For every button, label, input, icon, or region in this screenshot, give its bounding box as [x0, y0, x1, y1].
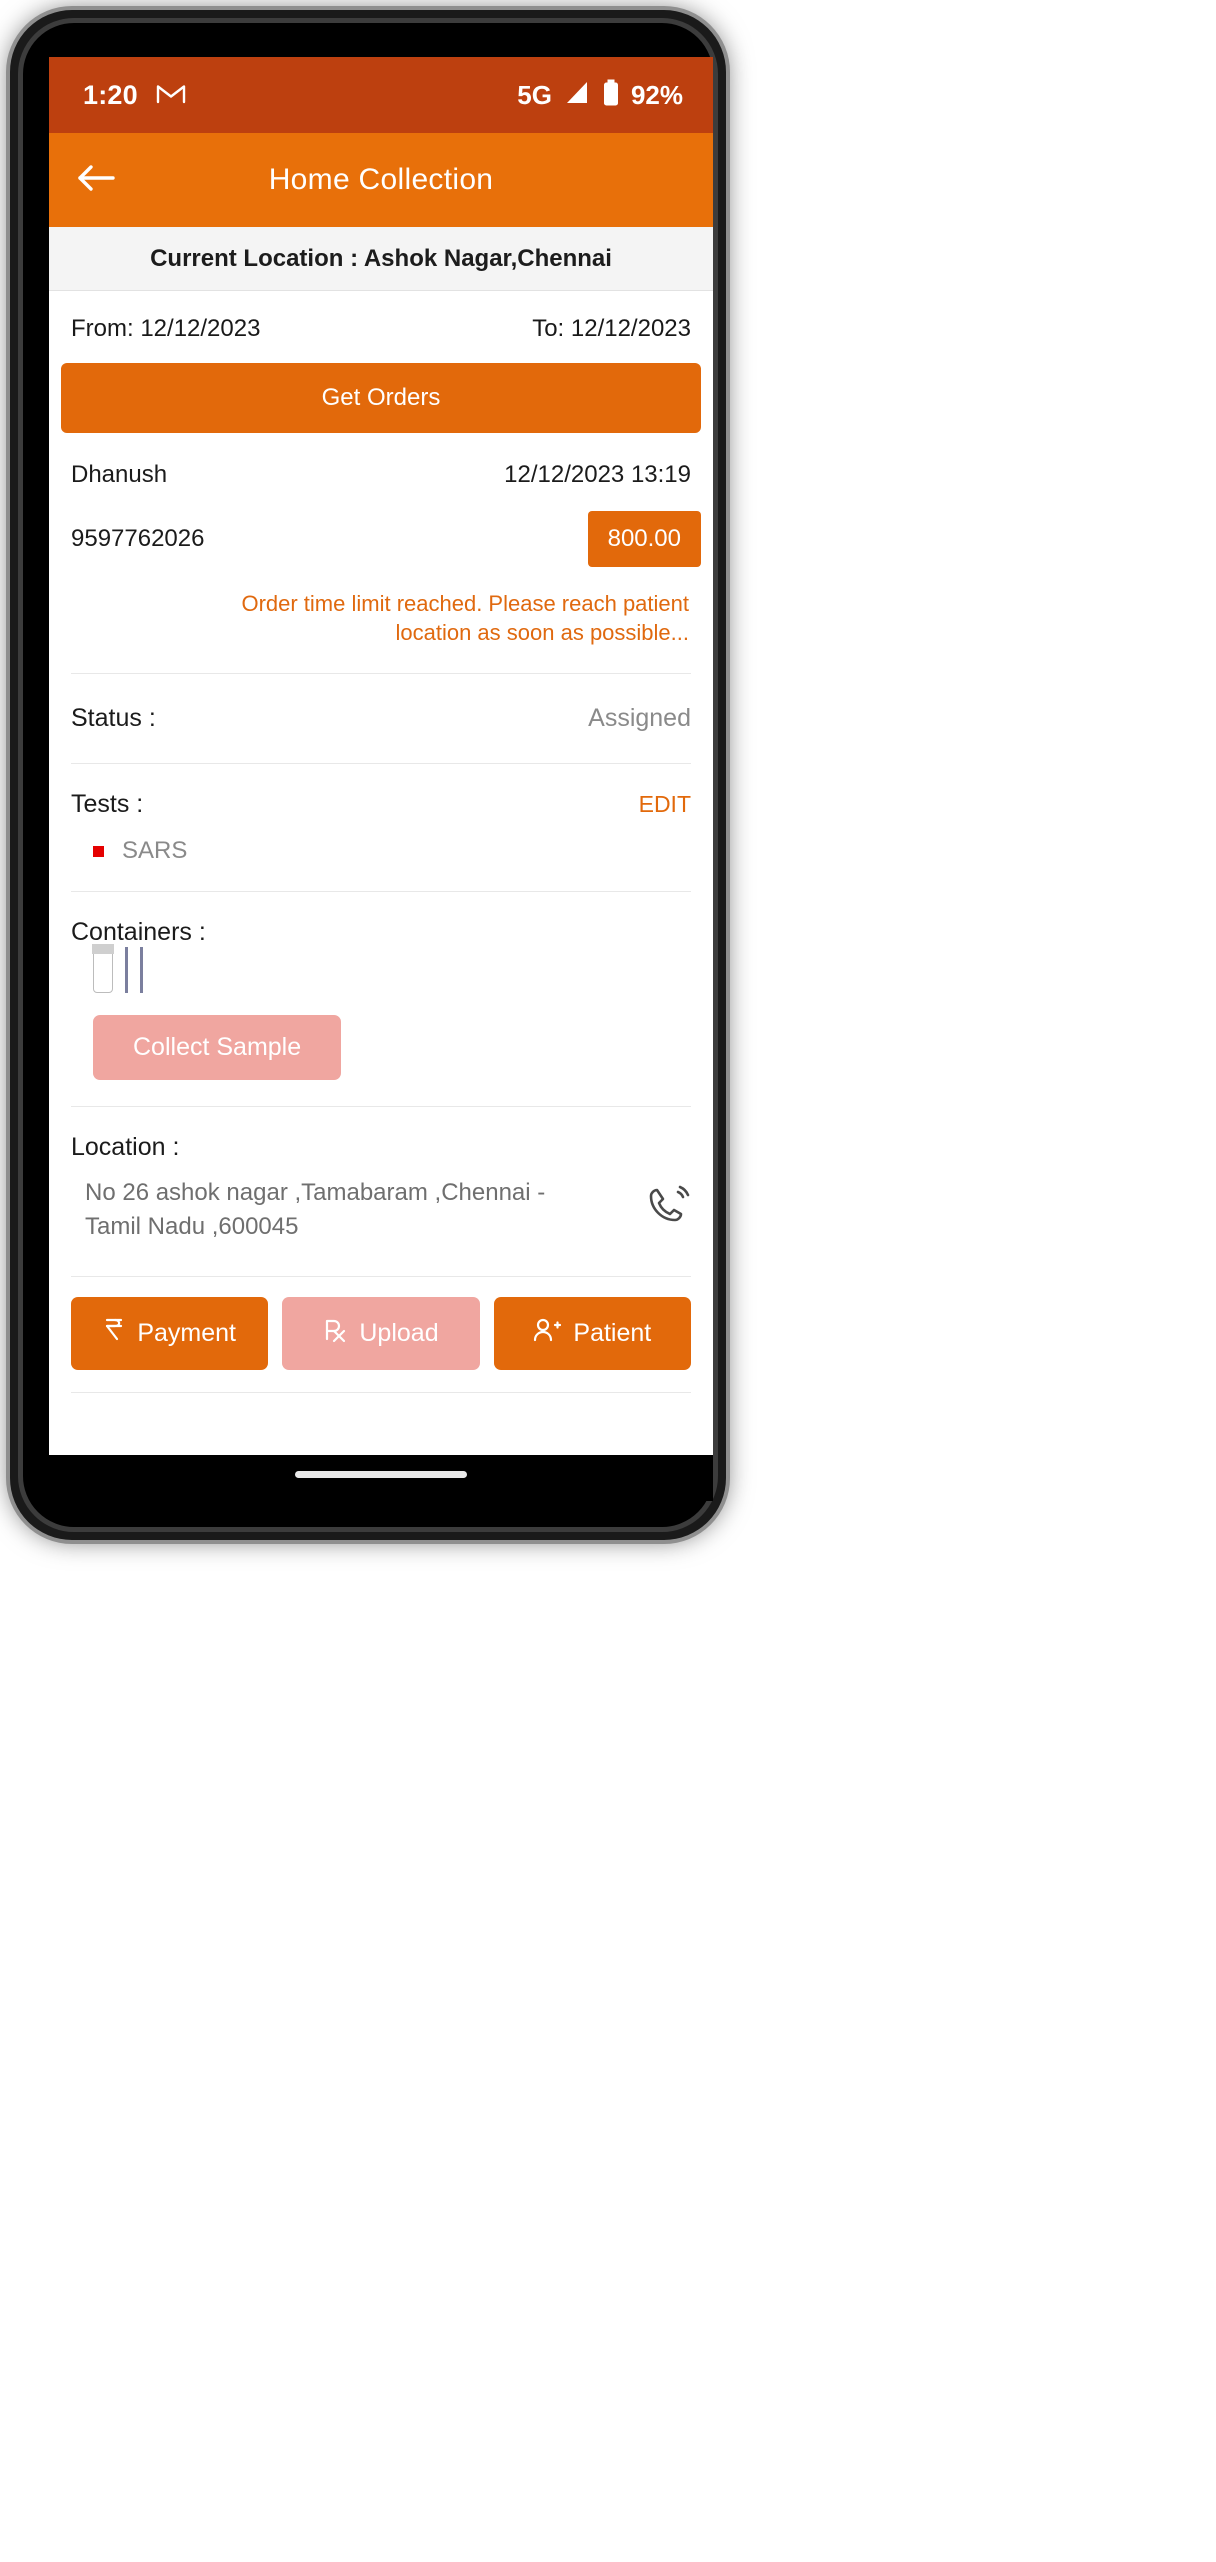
battery-percent: 92% — [630, 79, 683, 110]
container-icons — [71, 944, 691, 1001]
bullet-icon — [93, 845, 104, 857]
patient-address: No 26 ashok nagar ,Tamabaram ,Chennai - … — [85, 1179, 546, 1241]
add-person-icon — [533, 1317, 562, 1350]
patient-button-label: Patient — [573, 1319, 652, 1348]
app-bar: Home Collection — [49, 133, 713, 227]
gmail-icon — [156, 81, 186, 110]
to-date-field[interactable]: To: 12/12/2023 — [532, 315, 691, 343]
tests-label: Tests : — [71, 790, 144, 819]
status-row: Status : Assigned — [61, 674, 701, 763]
network-label: 5G — [517, 79, 552, 110]
phone-device-frame: 1:20 5G 92% Home Collection Current Loca… — [10, 10, 726, 1540]
main-content: From: 12/12/2023 To: 12/12/2023 Get Orde… — [49, 291, 713, 1394]
phone-notch — [273, 31, 463, 53]
patient-phone-number: 9597762026 — [71, 525, 205, 552]
edit-tests-link[interactable]: EDIT — [639, 791, 691, 818]
back-arrow-icon — [75, 162, 117, 199]
current-location-strip: Current Location : Ashok Nagar,Chennai — [49, 227, 713, 291]
collect-sample-button[interactable]: Collect Sample — [93, 1015, 342, 1081]
status-bar-left: 1:20 — [83, 80, 186, 111]
order-subheader-row: 9597762026 800.00 — [61, 489, 701, 567]
status-bar: 1:20 5G 92% — [49, 57, 713, 133]
status-badge: Assigned — [588, 704, 691, 733]
test-name: SARS — [122, 837, 188, 865]
home-indicator[interactable] — [295, 1471, 467, 1478]
specimen-tube-icon — [125, 947, 128, 994]
order-warning-message: Order time limit reached. Please reach p… — [241, 591, 689, 646]
tests-section-header: Tests : EDIT — [61, 764, 701, 827]
divider — [71, 1392, 691, 1394]
prescription-icon — [323, 1317, 347, 1350]
signal-bars-icon — [563, 80, 591, 111]
status-label: Status : — [71, 704, 156, 733]
patient-name: Dhanush — [71, 461, 168, 488]
location-section: Location : No 26 ashok nagar ,Tamabaram … — [61, 1107, 701, 1276]
containers-section: Containers : Collect Sample — [61, 892, 701, 1106]
upload-button[interactable]: Upload — [282, 1297, 480, 1371]
order-action-buttons: Payment Upload Patient — [61, 1277, 701, 1392]
specimen-tube-icon — [92, 944, 114, 994]
phone-screen: 1:20 5G 92% Home Collection Current Loca… — [49, 57, 713, 1477]
phone-call-icon[interactable] — [645, 1176, 691, 1233]
location-label: Location : — [71, 1133, 180, 1162]
page-title: Home Collection — [268, 163, 494, 196]
location-body: No 26 ashok nagar ,Tamabaram ,Chennai - … — [71, 1162, 691, 1268]
payment-button-label: Payment — [137, 1319, 236, 1348]
patient-button[interactable]: Patient — [493, 1297, 691, 1371]
specimen-tube-icon — [140, 947, 143, 994]
upload-button-label: Upload — [359, 1319, 439, 1348]
containers-label: Containers : — [71, 918, 206, 947]
order-datetime: 12/12/2023 13:19 — [504, 461, 691, 488]
rupee-icon — [103, 1317, 125, 1350]
battery-icon — [602, 79, 620, 112]
phone-bezel: 1:20 5G 92% Home Collection Current Loca… — [18, 18, 718, 1532]
get-orders-button[interactable]: Get Orders — [61, 363, 701, 433]
order-header-row: Dhanush 12/12/2023 13:19 — [61, 433, 701, 489]
payment-button[interactable]: Payment — [71, 1297, 269, 1371]
status-time: 1:20 — [83, 79, 138, 110]
date-range-row: From: 12/12/2023 To: 12/12/2023 — [61, 291, 701, 363]
order-card[interactable]: Dhanush 12/12/2023 13:19 9597762026 800.… — [61, 433, 701, 1394]
back-button[interactable] — [49, 133, 143, 227]
home-indicator-bar — [49, 1455, 713, 1501]
from-date-field[interactable]: From: 12/12/2023 — [71, 315, 260, 343]
screenshot-root: 1:20 5G 92% Home Collection Current Loca… — [0, 0, 1216, 2562]
list-item: SARS — [61, 827, 701, 891]
order-amount-badge: 800.00 — [587, 511, 701, 567]
status-bar-right: 5G 92% — [517, 79, 683, 112]
